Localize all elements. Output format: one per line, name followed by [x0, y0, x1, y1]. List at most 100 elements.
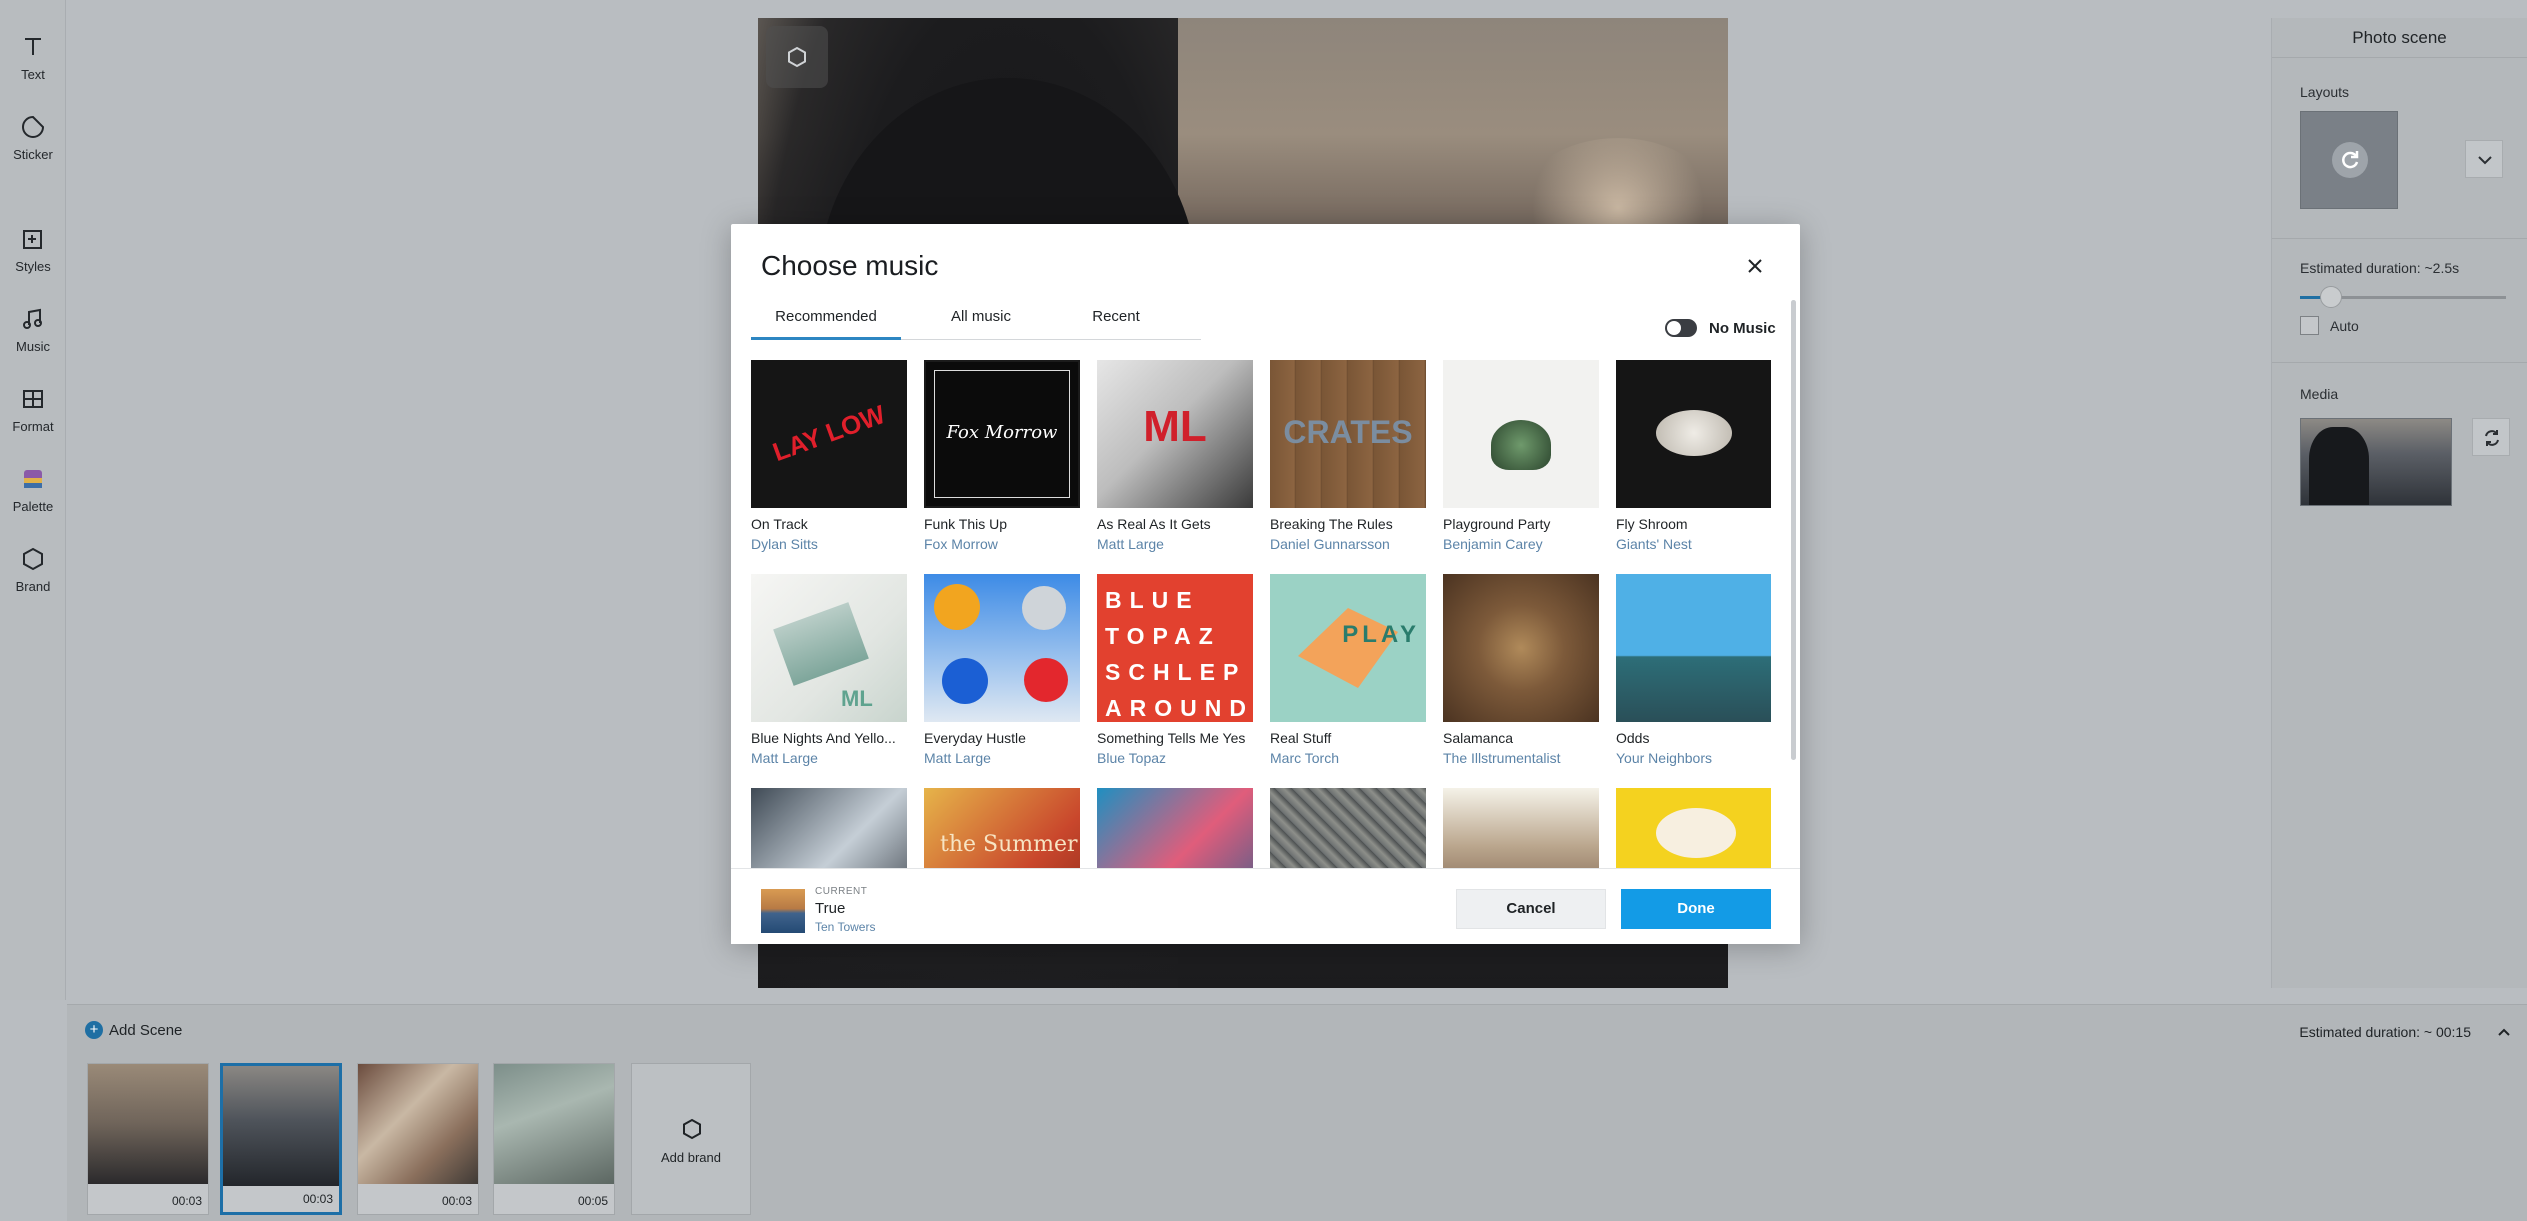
- brand-icon: [23, 547, 43, 571]
- dialog-footer: CURRENT True Ten Towers Cancel Done: [731, 868, 1800, 944]
- track-artist[interactable]: The Illstrumentalist: [1443, 750, 1599, 766]
- track-card[interactable]: ML As Real As It Gets Matt Large: [1097, 360, 1253, 552]
- album-art-text: the Summer: [940, 832, 1078, 857]
- track-title: Playground Party: [1443, 516, 1551, 532]
- track-artist[interactable]: Benjamin Carey: [1443, 536, 1599, 552]
- track-card[interactable]: Everyday Hustle Matt Large: [924, 574, 1080, 766]
- toolbar-format-label: Format: [12, 419, 54, 434]
- scene-thumbnail-active[interactable]: 00:03: [220, 1063, 342, 1215]
- album-art-umbrella: [934, 584, 980, 630]
- tab-recommended[interactable]: Recommended: [751, 300, 901, 340]
- scene-image: [494, 1064, 614, 1184]
- track-card[interactable]: [1097, 788, 1253, 868]
- add-brand-label: Add brand: [661, 1150, 721, 1165]
- album-art-stone: [1656, 410, 1732, 456]
- track-card[interactable]: PLAY HOUSE Real Stuff Marc Torch: [1270, 574, 1426, 766]
- media-replace-button[interactable]: [2472, 418, 2510, 456]
- track-artist[interactable]: Marc Torch: [1270, 750, 1426, 766]
- layouts-label: Layouts: [2300, 84, 2350, 100]
- add-scene-button[interactable]: + Add Scene: [85, 1021, 182, 1039]
- toolbar-palette[interactable]: Palette: [0, 466, 66, 516]
- auto-checkbox[interactable]: [2300, 316, 2319, 335]
- layout-thumbnail[interactable]: [2300, 111, 2398, 209]
- track-artist[interactable]: Fox Morrow: [924, 536, 1080, 552]
- track-card[interactable]: LAY LOW On Track Dylan Sitts: [751, 360, 907, 552]
- toolbar-format[interactable]: Format: [0, 386, 66, 436]
- current-track-art: [761, 889, 805, 933]
- album-art-text: Fox Morrow: [946, 422, 1058, 443]
- toolbar-music-label: Music: [16, 339, 50, 354]
- track-card[interactable]: BLUE TOPAZ SCHLEP AROUND Something Tells…: [1097, 574, 1253, 766]
- track-card[interactable]: [1616, 788, 1771, 868]
- scene-duration: 00:03: [302, 1192, 333, 1206]
- layout-dropdown-button[interactable]: [2465, 140, 2503, 178]
- scene-image: [358, 1064, 478, 1184]
- track-card[interactable]: Fox Morrow Funk This Up Fox Morrow: [924, 360, 1080, 552]
- album-art: [1443, 788, 1599, 868]
- media-thumbnail[interactable]: [2300, 418, 2452, 506]
- track-artist[interactable]: Blue Topaz: [1097, 750, 1253, 766]
- track-card[interactable]: [1443, 788, 1599, 868]
- toggle-knob: [1667, 321, 1681, 335]
- scene-thumbnail[interactable]: 00:05: [493, 1063, 615, 1215]
- add-brand-button[interactable]: Add brand: [631, 1063, 751, 1215]
- current-track-title: True: [815, 900, 846, 917]
- album-art-island: [1491, 420, 1551, 470]
- current-label: CURRENT: [815, 886, 868, 897]
- track-card[interactable]: ML Blue Nights And Yello... Matt Large: [751, 574, 907, 766]
- track-grid: LAY LOW On Track Dylan Sitts Fox Morrow …: [751, 360, 1771, 868]
- chevron-up-icon[interactable]: [2493, 1021, 2515, 1043]
- track-title: Blue Nights And Yello...: [751, 730, 896, 746]
- album-art: BLUE TOPAZ SCHLEP AROUND: [1097, 574, 1253, 722]
- brand-badge[interactable]: [766, 26, 828, 88]
- toolbar-sticker[interactable]: Sticker: [0, 114, 66, 164]
- no-music-toggle[interactable]: [1665, 319, 1697, 337]
- track-artist[interactable]: Matt Large: [1097, 536, 1253, 552]
- track-title: Something Tells Me Yes: [1097, 730, 1246, 746]
- track-card[interactable]: [1270, 788, 1426, 868]
- track-artist[interactable]: Giants' Nest: [1616, 536, 1771, 552]
- tab-all-music[interactable]: All music: [916, 300, 1046, 340]
- toolbar-palette-label: Palette: [12, 499, 54, 514]
- scene-thumbnail[interactable]: 00:03: [357, 1063, 479, 1215]
- album-art-umbrella: [942, 658, 988, 704]
- track-title: Salamanca: [1443, 730, 1514, 746]
- toolbar-text[interactable]: Text: [0, 34, 66, 84]
- track-card[interactable]: Odds Your Neighbors: [1616, 574, 1771, 766]
- toolbar-music[interactable]: Music: [0, 306, 66, 356]
- done-button[interactable]: Done: [1621, 889, 1771, 929]
- no-music-toggle-group[interactable]: No Music: [1665, 319, 1776, 337]
- close-icon[interactable]: [1743, 254, 1767, 278]
- track-card[interactable]: Fly Shroom Giants' Nest: [1616, 360, 1771, 552]
- track-card[interactable]: CRATES Breaking The Rules Daniel Gunnars…: [1270, 360, 1426, 552]
- brand-icon: [683, 1118, 701, 1140]
- album-art: [924, 574, 1080, 722]
- scrollbar-thumb[interactable]: [1791, 300, 1796, 760]
- toolbar-styles[interactable]: Styles: [0, 226, 66, 276]
- album-art: Fox Morrow: [924, 360, 1080, 508]
- track-card[interactable]: [751, 788, 907, 868]
- track-artist[interactable]: Matt Large: [751, 750, 907, 766]
- scrollbar[interactable]: [1791, 300, 1796, 760]
- track-card[interactable]: Salamanca The Illstrumentalist: [1443, 574, 1599, 766]
- track-artist[interactable]: Your Neighbors: [1616, 750, 1771, 766]
- toolbar-styles-label: Styles: [15, 259, 51, 274]
- panel-title: Photo scene: [2272, 18, 2527, 58]
- scene-thumbnail[interactable]: 00:03: [87, 1063, 209, 1215]
- palette-icon: [24, 470, 42, 488]
- toolbar-brand[interactable]: Brand: [0, 546, 66, 596]
- track-card[interactable]: Playground Party Benjamin Carey: [1443, 360, 1599, 552]
- track-card[interactable]: the Summer: [924, 788, 1080, 868]
- track-artist[interactable]: Matt Large: [924, 750, 1080, 766]
- brand-icon: [788, 46, 806, 68]
- duration-slider-handle[interactable]: [2319, 286, 2342, 308]
- album-art-text: PLAY HOUSE: [1342, 621, 1420, 648]
- tab-recent[interactable]: Recent: [1066, 300, 1166, 340]
- track-artist[interactable]: Daniel Gunnarsson: [1270, 536, 1426, 552]
- chevron-down-icon: [2478, 156, 2492, 165]
- cancel-button[interactable]: Cancel: [1456, 889, 1606, 929]
- right-panel: Photo scene Layouts Estimated duration: …: [2271, 18, 2527, 988]
- album-art: [1616, 788, 1771, 868]
- track-artist[interactable]: Dylan Sitts: [751, 536, 907, 552]
- scene-timeline: + Add Scene Estimated duration: ~ 00:15 …: [67, 1004, 2527, 1221]
